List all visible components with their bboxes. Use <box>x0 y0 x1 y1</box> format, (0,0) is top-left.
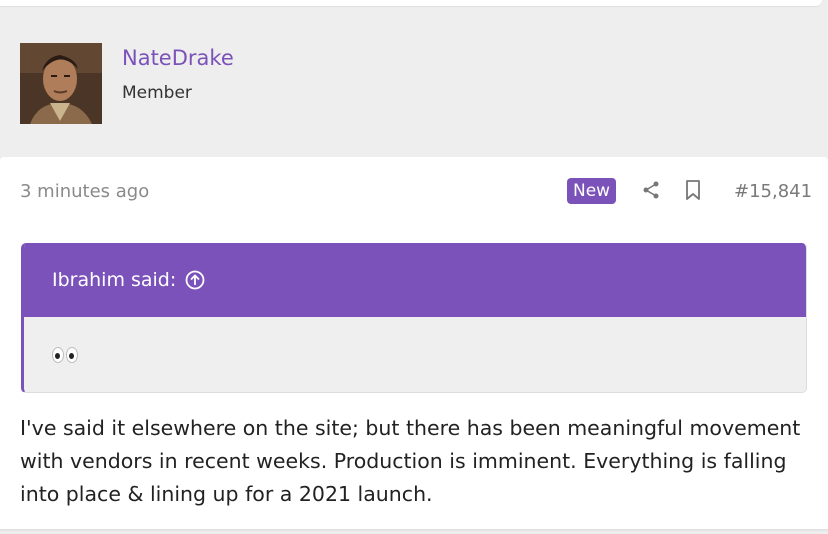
quote-content <box>24 317 806 392</box>
arrow-up-circle-icon[interactable] <box>185 270 205 290</box>
post-message-text: I've said it elsewhere on the site; but … <box>20 416 801 506</box>
username-link[interactable]: NateDrake <box>122 46 234 70</box>
quote-header[interactable]: Ibrahim said: <box>24 243 806 317</box>
eyes-emoji-icon <box>52 347 78 363</box>
avatar-photo-icon <box>20 43 102 124</box>
post-card: 3 minutes ago New #15,841 Ibrahim said: … <box>0 157 828 530</box>
bookmark-icon[interactable] <box>684 179 702 201</box>
user-title: Member <box>122 83 192 103</box>
user-avatar[interactable] <box>20 43 102 124</box>
post-number-link[interactable]: #15,841 <box>734 181 812 202</box>
new-badge: New <box>567 178 617 204</box>
eye-left-icon <box>52 347 64 363</box>
quote-block: Ibrahim said: <box>21 243 807 393</box>
share-icon[interactable] <box>640 179 662 201</box>
eye-right-icon <box>66 347 78 363</box>
post-timestamp[interactable]: 3 minutes ago <box>20 181 149 202</box>
quote-author-label[interactable]: Ibrahim said: <box>52 269 176 291</box>
previous-post-card-edge <box>0 0 822 6</box>
post-divider <box>0 529 828 531</box>
post-user-block: NateDrake Member <box>0 20 828 138</box>
